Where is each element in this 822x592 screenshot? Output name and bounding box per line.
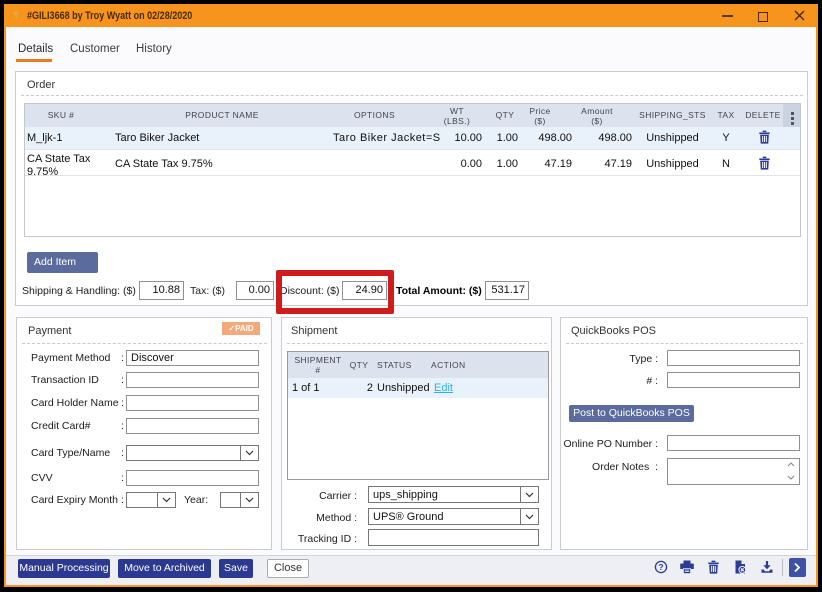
svg-text:?: ?	[658, 562, 663, 572]
